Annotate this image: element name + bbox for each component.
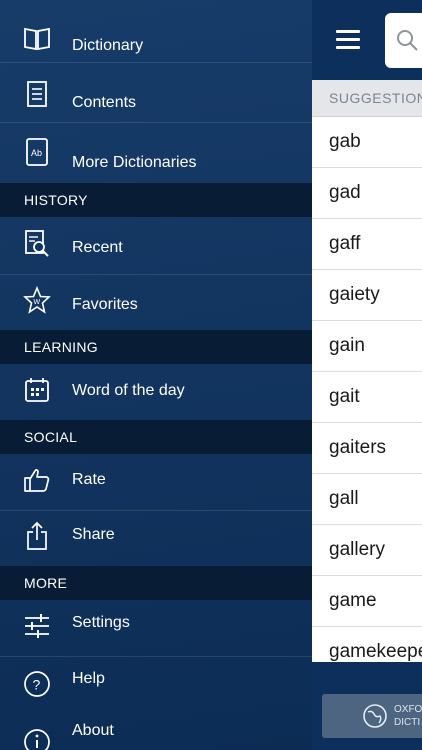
drawer-item-label: About — [72, 722, 114, 739]
drawer-item-about[interactable]: About — [0, 716, 312, 750]
svg-text:W: W — [34, 299, 41, 306]
drawer-item-label: Share — [72, 526, 115, 543]
dictionary-ab-icon: Ab — [23, 138, 51, 166]
drawer-item-settings[interactable]: Settings — [0, 600, 312, 656]
thumbs-up-icon — [23, 466, 51, 494]
suggestion-item[interactable]: gaiety — [312, 270, 422, 321]
menu-icon[interactable] — [336, 30, 360, 50]
suggestion-item[interactable]: gab — [312, 117, 422, 168]
drawer-item-label: Favorites — [72, 296, 138, 313]
section-header-more: MORE — [0, 566, 312, 600]
suggestion-item[interactable]: gain — [312, 321, 422, 372]
drawer-item-favorites[interactable]: W Favorites — [0, 276, 312, 332]
drawer-item-label: Settings — [72, 614, 130, 631]
suggestion-item[interactable]: gaiters — [312, 423, 422, 474]
drawer-item-dictionary[interactable]: Dictionary — [0, 12, 312, 62]
drawer-item-label: Recent — [72, 239, 123, 256]
section-header-history: HISTORY — [0, 183, 312, 217]
drawer-item-label: Rate — [72, 471, 106, 488]
calendar-icon — [23, 376, 51, 404]
section-header-learning: LEARNING — [0, 330, 312, 364]
navigation-drawer: Dictionary Contents Ab More Dictionaries… — [0, 0, 312, 750]
oxford-dictionaries-button[interactable]: OXFO DICTI — [322, 694, 422, 738]
sliders-icon — [23, 612, 51, 640]
suggestion-item[interactable]: gallery — [312, 525, 422, 576]
drawer-item-label: Help — [72, 670, 105, 687]
drawer-item-label: Contents — [72, 94, 137, 111]
svg-text:Ab: Ab — [31, 148, 42, 158]
suggestion-item[interactable]: gad — [312, 168, 422, 219]
suggestion-item[interactable]: gall — [312, 474, 422, 525]
share-icon — [23, 521, 51, 550]
help-icon: ? — [23, 670, 51, 698]
drawer-item-more-dictionaries[interactable]: Ab More Dictionaries — [0, 130, 312, 180]
brand-text: OXFO DICTI — [394, 704, 422, 728]
drawer-item-help[interactable]: ? Help — [0, 658, 312, 714]
section-header-social: SOCIAL — [0, 420, 312, 454]
drawer-item-rate[interactable]: Rate — [0, 454, 312, 510]
bottom-bar: OXFO DICTI — [312, 662, 422, 750]
svg-text:?: ? — [33, 677, 41, 693]
main-panel: SUGGESTIONS gab gad gaff gaiety gain gai… — [312, 0, 422, 750]
divider — [0, 274, 312, 275]
suggestion-item[interactable]: game — [312, 576, 422, 627]
info-icon — [23, 728, 51, 750]
drawer-item-label: More Dictionaries — [72, 154, 197, 171]
globe-icon — [362, 703, 388, 733]
divider — [0, 656, 312, 657]
drawer-item-label: Dictionary — [72, 37, 144, 54]
star-w-icon: W — [23, 286, 51, 314]
suggestion-item[interactable]: gaff — [312, 219, 422, 270]
search-input[interactable] — [385, 13, 422, 68]
divider — [0, 122, 312, 123]
top-bar — [312, 0, 422, 80]
divider — [0, 62, 312, 63]
suggestion-item[interactable]: gait — [312, 372, 422, 423]
search-icon — [395, 28, 419, 57]
book-icon — [23, 24, 51, 52]
drawer-item-contents[interactable]: Contents — [0, 72, 312, 122]
recent-search-icon — [23, 230, 51, 258]
drawer-item-word-of-the-day[interactable]: Word of the day — [0, 364, 312, 420]
drawer-item-label: Word of the day — [72, 382, 185, 399]
suggestions-header: SUGGESTIONS — [312, 80, 422, 117]
drawer-item-share[interactable]: Share — [0, 510, 312, 566]
drawer-item-recent[interactable]: Recent — [0, 218, 312, 274]
document-icon — [23, 80, 51, 108]
